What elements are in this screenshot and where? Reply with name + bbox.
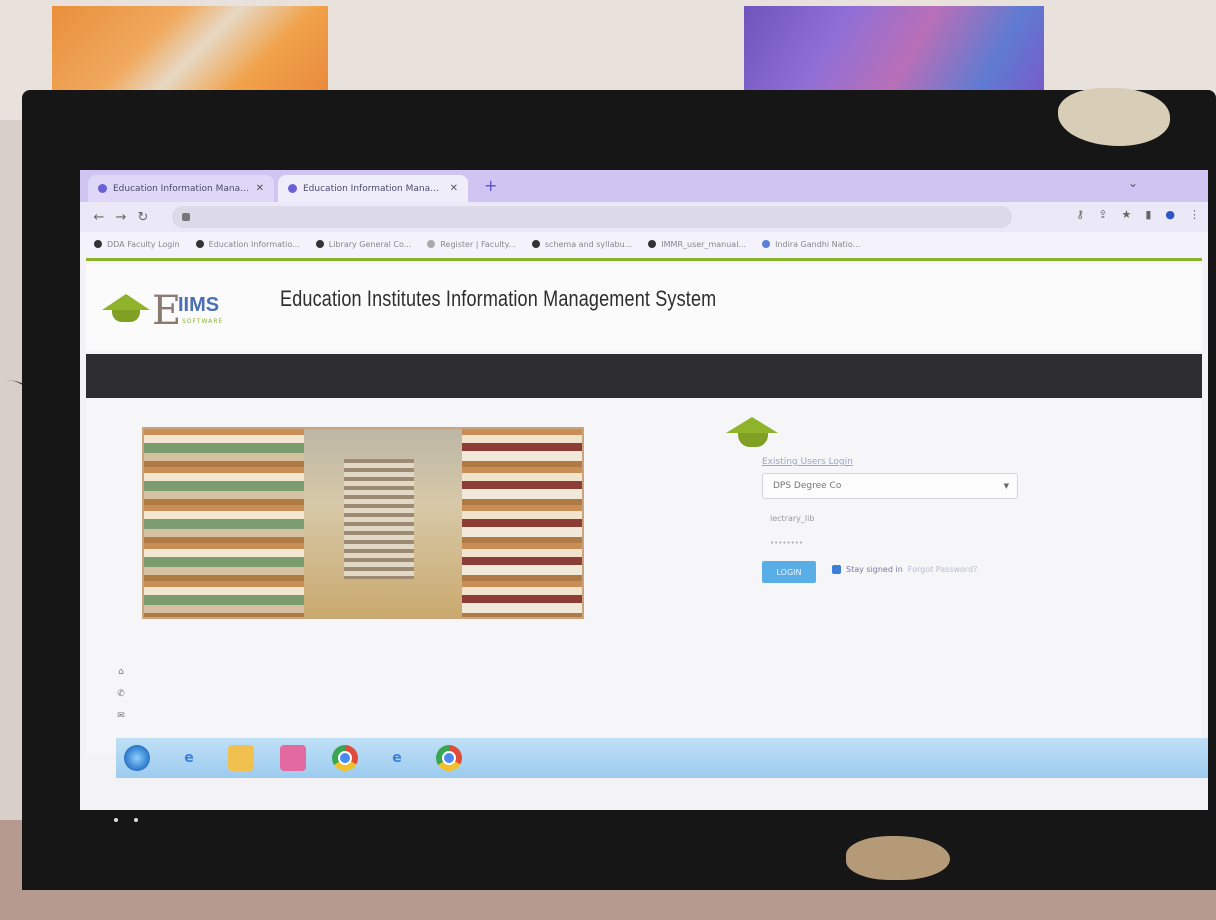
site-favicon-icon — [288, 184, 297, 193]
tab-2[interactable]: Education Information Manage... ✕ — [278, 175, 468, 202]
toolbar-icons: ⚷ ⇪ ★ ▮ ● ⋮ — [1076, 208, 1200, 221]
graduation-cap-icon — [102, 294, 150, 310]
bookmark-item[interactable]: schema and syllabu... — [531, 240, 632, 249]
chevron-down-icon[interactable]: ⌄ — [1128, 176, 1138, 190]
bookmark-item[interactable]: Register | Faculty... — [427, 240, 516, 249]
bookshelf — [144, 429, 304, 617]
stay-signed-in-label: Stay signed in — [846, 565, 903, 574]
bookmark-item[interactable]: Library General Co... — [315, 240, 411, 249]
power-led — [114, 818, 118, 822]
site-navbar — [86, 354, 1202, 398]
library-image — [142, 427, 584, 619]
bookmarks-bar: DDA Faculty Login Education Informatio..… — [80, 232, 1208, 256]
graduation-cap-icon — [738, 433, 768, 447]
site-header: E IIMS SOFTWARE Education Institutes Inf… — [86, 264, 1202, 350]
bookmark-item[interactable]: IMMR_user_manual... — [648, 240, 746, 249]
forgot-password-link[interactable]: Forgot Password? — [908, 565, 978, 574]
globe-icon — [648, 240, 657, 248]
graduation-cap-icon — [726, 417, 778, 433]
globe-icon — [195, 240, 204, 248]
page-icon — [427, 240, 436, 248]
menu-icon[interactable]: ⋮ — [1189, 208, 1200, 221]
web-page: E IIMS SOFTWARE Education Institutes Inf… — [86, 258, 1202, 756]
chrome-icon[interactable] — [436, 745, 462, 771]
tab-label: Education Information Manage... — [303, 183, 444, 194]
logo-letter: E — [152, 288, 182, 334]
password-field[interactable]: •••••••• — [762, 533, 1026, 553]
bookmark-item[interactable]: Education Informatio... — [195, 240, 300, 249]
bookshelf — [344, 459, 414, 579]
chevron-down-icon: ▼ — [1003, 482, 1009, 490]
tab-label: Education Information Manage... — [113, 183, 250, 194]
globe-icon — [315, 240, 324, 248]
globe-icon — [762, 240, 771, 248]
plus-icon[interactable]: + — [484, 176, 497, 195]
tab-bar: Education Information Manage... ✕ Educat… — [80, 170, 1208, 202]
star-icon[interactable]: ★ — [1121, 208, 1131, 221]
address-bar[interactable] — [172, 206, 1012, 228]
login-button[interactable]: LOGIN — [762, 561, 816, 583]
screen: Education Information Manage... ✕ Educat… — [80, 170, 1208, 810]
username-field[interactable]: lectrary_lib — [762, 507, 1026, 529]
internet-explorer-icon[interactable]: e — [384, 745, 410, 771]
page-title: Education Institutes Information Managem… — [280, 286, 717, 311]
share-icon[interactable]: ⇪ — [1098, 208, 1107, 221]
contact-email: ✉ — [116, 711, 126, 721]
folder-icon[interactable] — [228, 745, 254, 771]
back-icon[interactable]: ← — [88, 210, 110, 225]
globe-icon — [94, 240, 102, 248]
internet-explorer-icon[interactable]: e — [176, 745, 202, 771]
institute-select[interactable]: DPS Degree Co ▼ — [762, 473, 1018, 499]
logo-subtitle: SOFTWARE — [182, 318, 224, 325]
poster-right — [744, 6, 1044, 98]
login-heading: Existing Users Login — [762, 457, 853, 467]
home-icon: ⌂ — [118, 667, 124, 677]
close-icon[interactable]: ✕ — [256, 183, 264, 194]
globe-icon — [531, 240, 540, 248]
checkbox-icon[interactable] — [832, 565, 841, 574]
logo-text: IIMS — [178, 294, 220, 316]
sidebar-icon[interactable]: ▮ — [1145, 208, 1151, 221]
bezel-sticker — [846, 836, 950, 880]
reload-icon[interactable]: ↻ — [132, 210, 154, 225]
bookmark-item[interactable]: Indira Gandhi Natio... — [762, 240, 860, 249]
bookmark-item[interactable]: DDA Faculty Login — [94, 240, 180, 249]
institute-select-value: DPS Degree Co — [773, 481, 842, 491]
power-led — [134, 818, 138, 822]
start-button-icon[interactable] — [124, 745, 150, 771]
site-favicon-icon — [98, 184, 107, 193]
forward-icon[interactable]: → — [110, 210, 132, 225]
contact-address: ⌂ — [116, 667, 126, 677]
email-icon: ✉ — [117, 711, 125, 721]
tab-1[interactable]: Education Information Manage... ✕ — [88, 175, 274, 202]
graduation-cap-icon — [112, 310, 140, 322]
lock-icon — [182, 213, 190, 221]
media-player-icon[interactable] — [280, 745, 306, 771]
contact-phone: ✆ — [116, 689, 126, 699]
stay-signed-in[interactable]: Stay signed in Forgot Password? — [832, 565, 977, 574]
taskbar: e e — [116, 738, 1208, 778]
chrome-icon[interactable] — [332, 745, 358, 771]
profile-icon[interactable]: ● — [1165, 208, 1175, 221]
phone-icon: ✆ — [117, 689, 125, 699]
key-icon[interactable]: ⚷ — [1076, 208, 1084, 221]
bookshelf — [462, 429, 582, 617]
close-icon[interactable]: ✕ — [450, 183, 458, 194]
